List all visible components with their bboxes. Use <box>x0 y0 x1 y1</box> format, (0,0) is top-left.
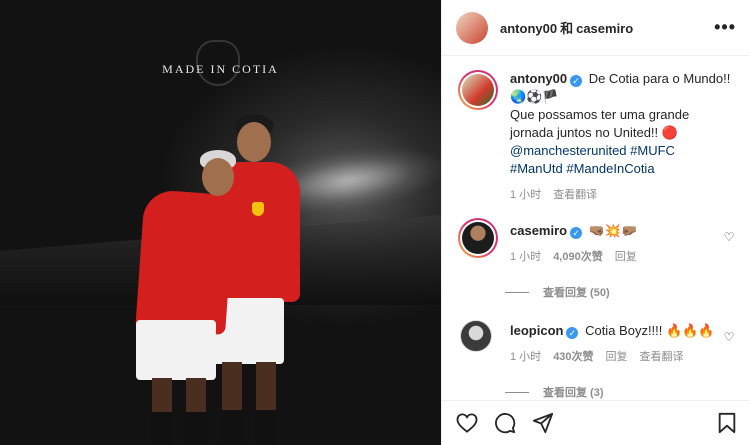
post-image[interactable]: MADE IN COTIA <box>0 0 441 445</box>
instagram-post: MADE IN COTIA antony00 和 casemiro ••• an… <box>0 0 750 445</box>
like-count[interactable]: 430次赞 <box>553 348 593 366</box>
view-replies-label: 查看回复 (3) <box>543 387 604 399</box>
comment-like-icon[interactable]: ♡ <box>722 230 736 244</box>
caption-line-2: Que possamos ter uma grande jornada junt… <box>510 107 690 140</box>
mention-link[interactable]: @manchesterunited <box>510 143 627 158</box>
club-badge-icon <box>252 202 264 216</box>
like-count[interactable]: 4,090次赞 <box>553 248 603 266</box>
comment-item: casemiro ✓ 🤜🏽💥🤛🏽 1 小时 4,090次赞 回复 ♡ <box>458 218 736 266</box>
caption-meta: 1 小时 查看翻译 <box>510 186 736 204</box>
player-antony <box>130 150 250 445</box>
see-translation-link[interactable]: 查看翻译 <box>640 348 684 366</box>
reply-link[interactable]: 回复 <box>606 348 628 366</box>
post-header: antony00 和 casemiro ••• <box>442 0 750 56</box>
replies-divider <box>505 391 529 393</box>
comment-content: Cotia Boyz!!!! 🔥🔥🔥 <box>585 323 715 338</box>
comment-icon[interactable] <box>492 410 518 436</box>
timestamp[interactable]: 1 小时 <box>510 248 541 266</box>
bookmark-icon[interactable] <box>714 410 740 436</box>
post-sidebar: antony00 和 casemiro ••• antony00 ✓ De Cotia… <box>441 0 750 445</box>
author-avatar[interactable] <box>456 11 488 44</box>
comment-meta: 1 小时 430次赞 回复 查看翻译 <box>510 348 722 366</box>
hashtag-link[interactable]: #MandeInCotia <box>566 161 654 176</box>
story-ring[interactable] <box>458 218 498 258</box>
comment-item: leopicon ✓ Cotia Boyz!!!! 🔥🔥🔥 1 小时 430次赞 … <box>458 318 736 366</box>
comment-text: casemiro ✓ 🤜🏽💥🤛🏽 <box>510 222 722 240</box>
replies-divider <box>505 291 529 293</box>
action-bar <box>442 400 750 445</box>
comment-username[interactable]: leopicon <box>510 323 563 338</box>
view-replies-button[interactable]: 查看回复 (50) <box>505 284 736 300</box>
collab-separator: 和 <box>560 21 574 36</box>
caption-text: antony00 ✓ De Cotia para o Mundo!! 🌏⚽🏴 Qu… <box>510 70 736 178</box>
author-username-2[interactable]: casemiro <box>576 21 633 36</box>
caption-avatar <box>462 74 494 106</box>
comment-username[interactable]: casemiro <box>510 223 567 238</box>
caption: antony00 ✓ De Cotia para o Mundo!! 🌏⚽🏴 Qu… <box>458 70 736 204</box>
verified-icon: ✓ <box>570 227 583 239</box>
comment-like-icon[interactable]: ♡ <box>722 330 736 344</box>
verified-icon: ✓ <box>570 75 583 87</box>
verified-icon: ✓ <box>566 327 579 339</box>
timestamp[interactable]: 1 小时 <box>510 186 541 204</box>
heart-icon[interactable] <box>454 410 480 436</box>
comment-text: leopicon ✓ Cotia Boyz!!!! 🔥🔥🔥 <box>510 322 722 340</box>
comment-meta: 1 小时 4,090次赞 回复 <box>510 248 722 266</box>
share-icon[interactable] <box>530 410 556 436</box>
author-username-1[interactable]: antony00 <box>500 21 557 36</box>
image-title: MADE IN COTIA <box>162 62 279 76</box>
view-replies-label: 查看回复 (50) <box>543 287 610 299</box>
comments-section: antony00 ✓ De Cotia para o Mundo!! 🌏⚽🏴 Qu… <box>442 56 750 400</box>
hashtag-link[interactable]: #ManUtd <box>510 161 563 176</box>
timestamp[interactable]: 1 小时 <box>510 348 541 366</box>
view-replies-button[interactable]: 查看回复 (3) <box>505 384 736 400</box>
commenter-avatar <box>462 222 494 254</box>
commenter-avatar[interactable] <box>460 320 492 352</box>
story-ring[interactable] <box>458 70 498 110</box>
more-options-icon[interactable]: ••• <box>714 17 736 38</box>
hashtag-link[interactable]: #MUFC <box>630 143 675 158</box>
caption-username[interactable]: antony00 <box>510 71 567 86</box>
post-authors: antony00 和 casemiro <box>500 18 714 37</box>
comment-content: 🤜🏽💥🤛🏽 <box>588 223 638 238</box>
reply-link[interactable]: 回复 <box>615 248 637 266</box>
see-translation-link[interactable]: 查看翻译 <box>553 186 597 204</box>
